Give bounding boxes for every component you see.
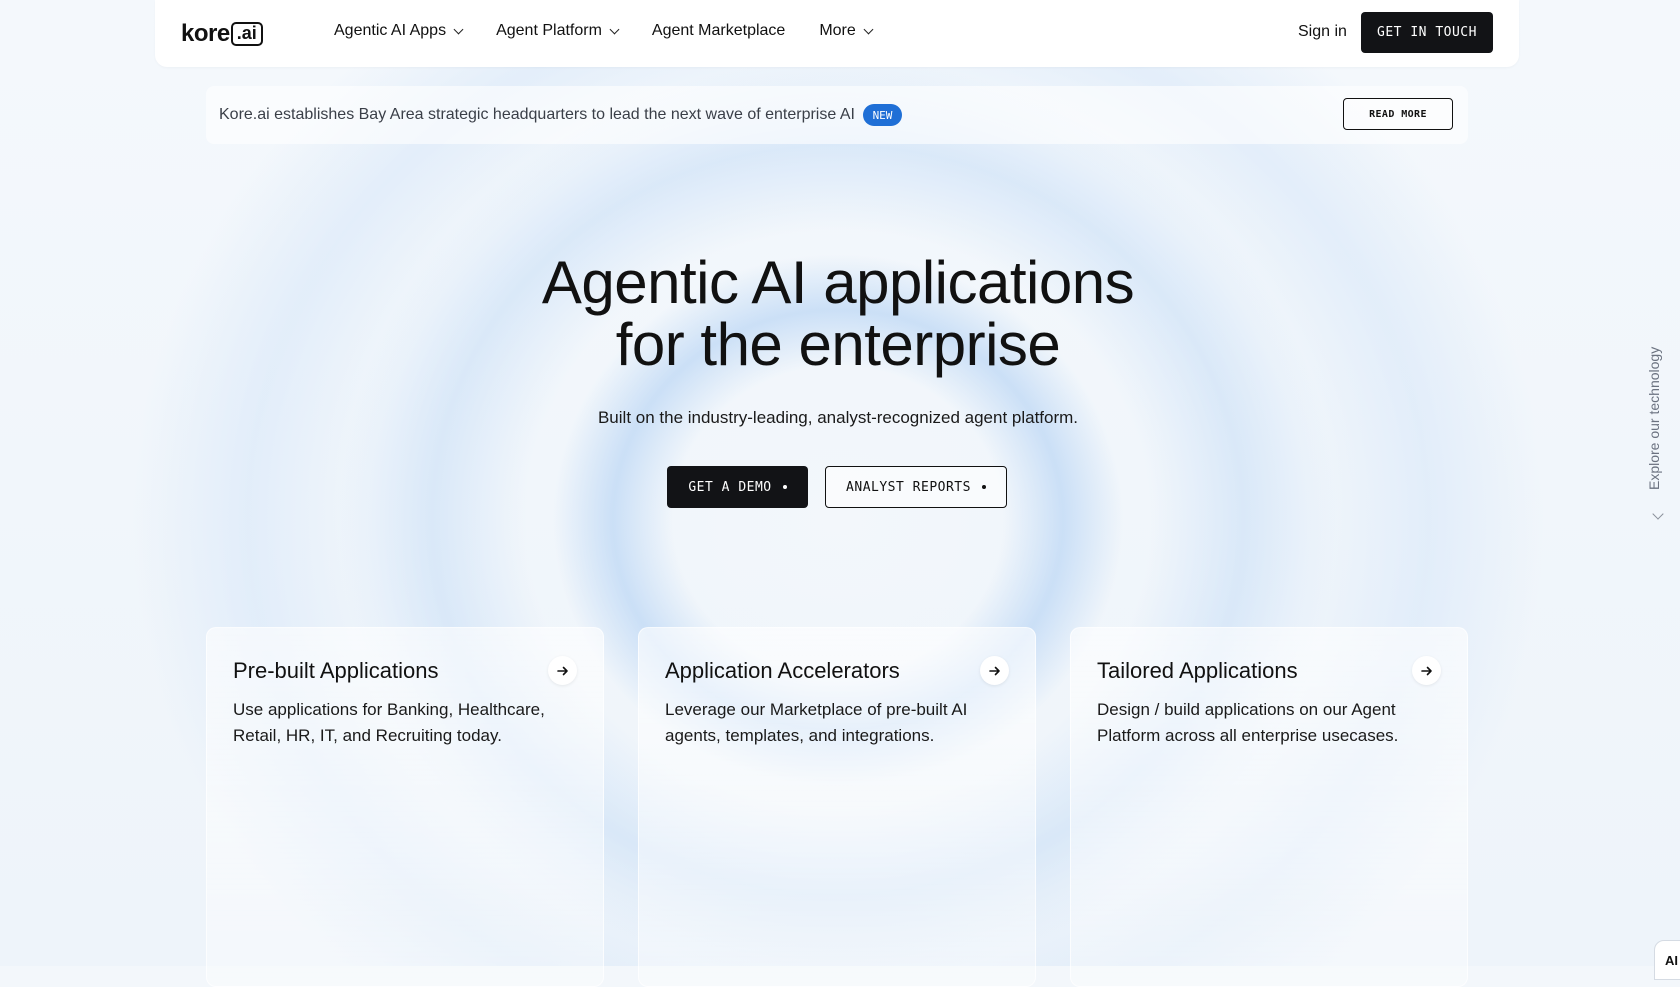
dot-icon <box>782 485 787 489</box>
explore-technology-link[interactable]: Explore our technology <box>1646 340 1666 490</box>
get-a-demo-button[interactable]: GET A DEMO <box>667 466 808 508</box>
logo-ai-box: .ai <box>230 22 263 46</box>
card-description: Leverage our Marketplace of pre-built AI… <box>665 700 968 745</box>
dot-icon <box>981 485 986 489</box>
get-in-touch-button[interactable]: GET IN TOUCH <box>1361 12 1493 53</box>
arrow-right-icon[interactable] <box>980 656 1009 685</box>
nav-item-agent-platform[interactable]: Agent Platform <box>496 22 620 40</box>
get-a-demo-label: GET A DEMO <box>688 479 772 495</box>
nav-item-label: Agentic AI Apps <box>334 22 447 39</box>
new-badge: NEW <box>863 104 902 126</box>
chevron-down-icon <box>453 24 464 34</box>
chevron-down-icon <box>609 24 620 34</box>
explore-technology-text: Explore our technology <box>1646 346 1662 490</box>
card-tailored-applications[interactable]: Tailored Applications Design / build app… <box>1070 627 1468 987</box>
card-description: Use applications for Banking, Healthcare… <box>233 700 545 745</box>
card-application-accelerators[interactable]: Application Accelerators Leverage our Ma… <box>638 627 1036 987</box>
card-title: Application Accelerators <box>665 658 900 683</box>
main-nav: Agentic AI Apps Agent Platform Agent Mar… <box>334 22 906 40</box>
card-title: Tailored Applications <box>1097 658 1298 683</box>
nav-item-agentic-ai-apps[interactable]: Agentic AI Apps <box>334 22 464 40</box>
card-title: Pre-built Applications <box>233 658 439 683</box>
logo-wordmark: kore <box>181 20 230 47</box>
hero-title: Agentic AI applications for the enterpri… <box>440 252 1236 376</box>
hero-title-line-1: Agentic AI applications <box>541 249 1135 316</box>
hero-subtitle: Built on the industry-leading, analyst-r… <box>597 408 1079 427</box>
hero-title-line-2: for the enterprise <box>615 311 1061 378</box>
arrow-right-icon[interactable] <box>548 656 577 685</box>
announcement-text[interactable]: Kore.ai establishes Bay Area strategic h… <box>219 106 855 124</box>
announcement-bar: Kore.ai establishes Bay Area strategic h… <box>206 86 1468 144</box>
nav-item-label: Agent Marketplace <box>651 22 786 39</box>
chevron-down-icon <box>863 24 874 34</box>
card-description: Design / build applications on our Agent… <box>1097 700 1399 745</box>
analyst-reports-label: ANALYST REPORTS <box>846 479 971 495</box>
sign-in-link[interactable]: Sign in <box>1298 23 1347 41</box>
chat-widget-button[interactable]: AI <box>1654 940 1680 980</box>
nav-item-label: Agent Platform <box>496 22 602 39</box>
card-pre-built-applications[interactable]: Pre-built Applications Use applications … <box>206 627 604 987</box>
nav-item-label: More <box>819 22 856 39</box>
top-navbar: kore .ai Agentic AI Apps Agent Platform … <box>155 0 1519 67</box>
nav-item-more[interactable]: More <box>819 22 874 40</box>
read-more-button[interactable]: READ MORE <box>1343 98 1453 130</box>
analyst-reports-button[interactable]: ANALYST REPORTS <box>825 466 1007 508</box>
nav-item-agent-marketplace[interactable]: Agent Marketplace <box>652 22 785 40</box>
arrow-right-icon[interactable] <box>1412 656 1441 685</box>
kore-ai-logo[interactable]: kore .ai <box>181 20 263 47</box>
